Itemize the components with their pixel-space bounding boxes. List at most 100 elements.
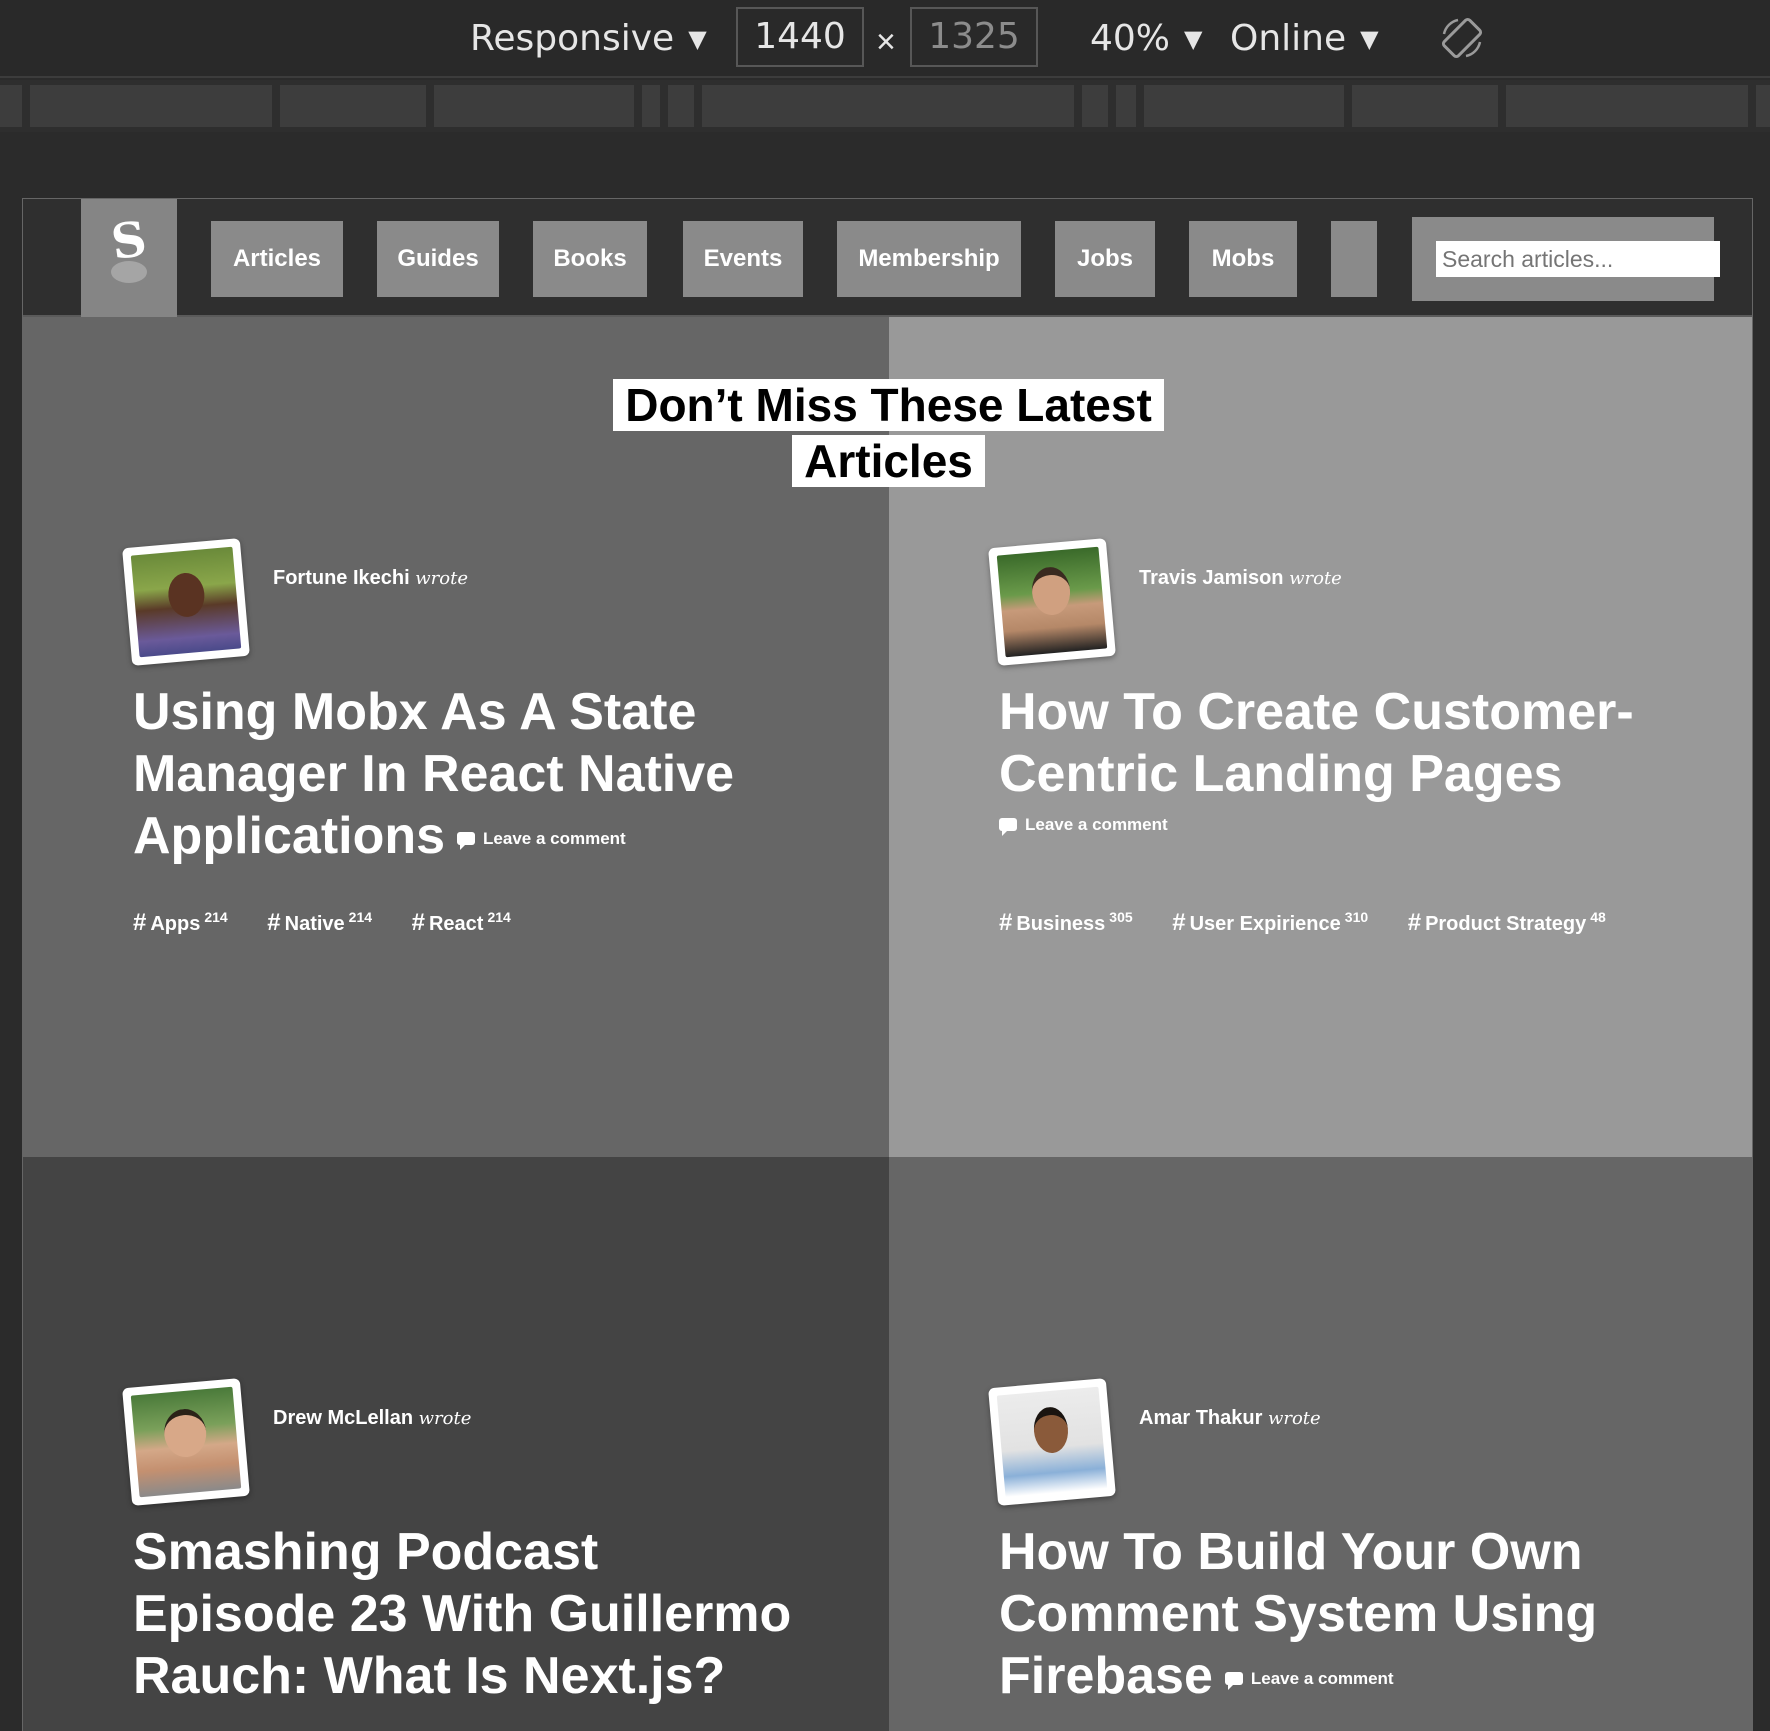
comment-icon — [457, 832, 476, 851]
height-input[interactable]: 1325 — [910, 7, 1038, 67]
media-query-segment[interactable] — [30, 85, 272, 127]
comment-link[interactable]: Leave a comment — [999, 815, 1679, 836]
tag-count: 305 — [1109, 909, 1133, 925]
hash-icon: # — [1407, 909, 1422, 936]
tag-count: 48 — [1590, 909, 1606, 925]
nav-jobs[interactable]: Jobs — [1055, 221, 1155, 297]
author-name[interactable]: Travis Jamison — [1139, 567, 1284, 589]
device-label: Responsive — [470, 18, 675, 59]
author-name[interactable]: Fortune Ikechi — [273, 567, 410, 589]
article-title-text[interactable]: Using Mobx As A State Manager In React N… — [133, 683, 734, 865]
section-title: Don’t Miss These Latest Articles — [23, 377, 1752, 489]
media-query-segment[interactable] — [1506, 85, 1748, 127]
tag-count: 310 — [1344, 909, 1369, 925]
section-title-line: Articles — [792, 435, 985, 487]
hash-icon: # — [133, 909, 147, 936]
search-container — [1412, 217, 1720, 301]
avatar-photo — [130, 546, 242, 658]
avatar[interactable] — [122, 538, 250, 666]
article-title-text[interactable]: Smashing Podcast Episode 23 With Guiller… — [133, 1523, 791, 1705]
tag-name: Apps — [150, 913, 201, 935]
chevron-down-icon: ▼ — [1184, 25, 1203, 53]
hash-icon: # — [1172, 909, 1186, 936]
device-select[interactable]: Responsive ▼ — [470, 14, 707, 64]
tag-count: 214 — [348, 909, 373, 925]
nav-guides[interactable]: Guides — [377, 221, 499, 297]
comment-label: Leave a comment — [1250, 1669, 1394, 1689]
nav-mobs[interactable]: Mobs — [1189, 221, 1297, 297]
tag[interactable]: # User Expirience 310 — [1172, 909, 1368, 937]
rotate-icon[interactable] — [1438, 14, 1486, 62]
author-line: Amar Thakur wrote — [1139, 1407, 1321, 1430]
comment-label: Leave a comment — [1025, 815, 1168, 834]
media-query-segment[interactable] — [668, 85, 694, 127]
media-query-segment[interactable] — [702, 85, 1074, 127]
wrote-label: wrote — [418, 1408, 472, 1429]
comment-label: Leave a comment — [483, 829, 626, 849]
media-query-segment[interactable] — [280, 85, 426, 127]
avatar-photo — [130, 1386, 242, 1498]
network-label: Online — [1230, 18, 1347, 59]
media-query-segment[interactable] — [1082, 85, 1108, 127]
hash-icon: # — [267, 909, 281, 936]
section-title-line: Don’t Miss These Latest — [613, 379, 1164, 431]
article-title[interactable]: Using Mobx As A State Manager In React N… — [133, 681, 813, 867]
network-select[interactable]: Online ▼ — [1230, 14, 1379, 64]
logo-letter: S — [107, 210, 151, 272]
hash-icon: # — [411, 909, 425, 936]
tag-name: React — [428, 913, 484, 935]
article-title[interactable]: Smashing Podcast Episode 23 With Guiller… — [133, 1521, 813, 1707]
tag-count: 214 — [487, 909, 511, 925]
tag-list: # Apps 214 # Native 214 # React 214 — [133, 909, 833, 937]
search-input[interactable] — [1436, 241, 1720, 277]
nav-membership[interactable]: Membership — [837, 221, 1021, 297]
author-name[interactable]: Amar Thakur — [1139, 1407, 1262, 1429]
comment-icon — [999, 818, 1017, 836]
media-query-segment[interactable] — [1144, 85, 1344, 127]
nav-more[interactable] — [1331, 221, 1377, 297]
wrote-label: wrote — [1289, 568, 1342, 589]
avatar[interactable] — [122, 1378, 250, 1506]
tag[interactable]: # Apps 214 — [133, 909, 228, 937]
zoom-label: 40% — [1090, 18, 1171, 59]
zoom-select[interactable]: 40% ▼ — [1090, 14, 1202, 64]
comment-link[interactable]: Leave a comment — [457, 829, 626, 851]
times-icon: × — [876, 23, 896, 61]
avatar[interactable] — [988, 538, 1116, 666]
nav-events[interactable]: Events — [683, 221, 803, 297]
site-header: S Articles Guides Books Events Membershi… — [23, 199, 1752, 317]
tag[interactable]: # Business 305 — [999, 909, 1133, 937]
media-query-bar[interactable] — [0, 80, 1770, 132]
nav-books[interactable]: Books — [533, 221, 647, 297]
device-viewport: S Articles Guides Books Events Membershi… — [22, 198, 1753, 1731]
tag-name: Business — [1016, 913, 1106, 935]
nav-articles[interactable]: Articles — [211, 221, 343, 297]
tag-name: User Expirience — [1189, 913, 1341, 935]
tag[interactable]: # React 214 — [412, 909, 511, 937]
comment-icon — [1224, 1672, 1243, 1691]
device-toolbar: Responsive ▼ 1440 × 1325 40% ▼ Online ▼ — [0, 0, 1770, 78]
article-title[interactable]: How To Create Customer-Centric Landing P… — [999, 681, 1679, 836]
media-query-segment[interactable] — [434, 85, 634, 127]
avatar-photo — [996, 546, 1108, 658]
author-line: Drew McLellan wrote — [273, 1407, 471, 1430]
comment-link[interactable]: Leave a comment — [1224, 1669, 1394, 1691]
site-logo[interactable]: S — [81, 199, 177, 317]
wrote-label: wrote — [1267, 1408, 1321, 1429]
article-title-text[interactable]: How To Create Customer-Centric Landing P… — [999, 683, 1634, 803]
media-query-segment[interactable] — [1756, 85, 1770, 127]
tag[interactable]: # Native 214 — [267, 909, 372, 937]
tag-name: Product Strategy — [1425, 913, 1587, 935]
article-title[interactable]: How To Build Your Own Comment System Usi… — [999, 1521, 1679, 1707]
wrote-label: wrote — [415, 568, 468, 589]
tag-count: 214 — [204, 909, 228, 925]
media-query-segment[interactable] — [1352, 85, 1498, 127]
media-query-segment[interactable] — [1116, 85, 1136, 127]
media-query-segment[interactable] — [0, 85, 22, 127]
media-query-segment[interactable] — [642, 85, 660, 127]
width-input[interactable]: 1440 — [736, 7, 864, 67]
hash-icon: # — [999, 909, 1013, 936]
tag[interactable]: # Product Strategy 48 — [1408, 909, 1606, 937]
avatar[interactable] — [988, 1378, 1116, 1506]
author-name[interactable]: Drew McLellan — [273, 1407, 413, 1429]
